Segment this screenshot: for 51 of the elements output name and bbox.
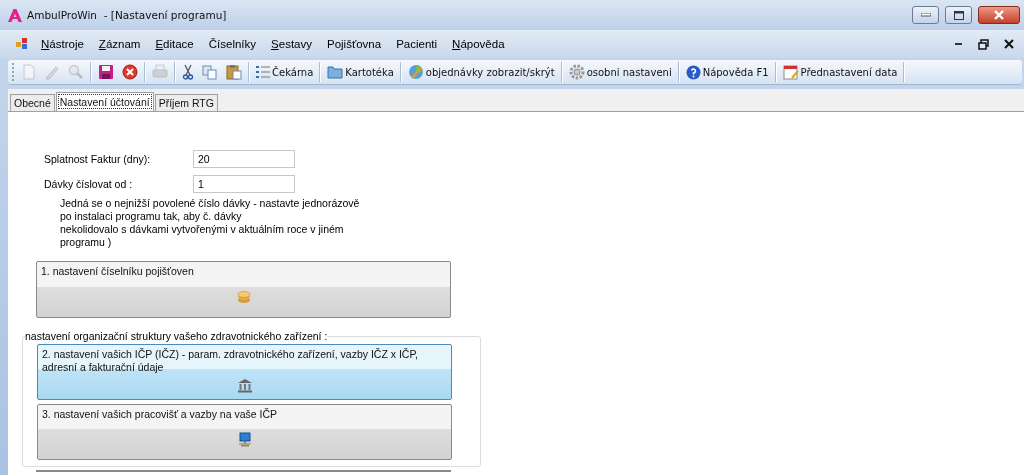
calendar-icon: [782, 64, 799, 80]
window-title: AmbulProWin - [Nastavení programu]: [27, 9, 227, 21]
toolbar-button[interactable]: Čekárna: [254, 65, 316, 79]
help-icon: [685, 64, 701, 80]
toolbar-button[interactable]: Nápověda F1: [683, 64, 771, 80]
app-menu-icon[interactable]: [16, 38, 30, 50]
tab[interactable]: Nastavení účtování: [55, 92, 154, 111]
group-legend: nastavení organizační struktury vašeho zdravotnického zařízení :: [25, 330, 328, 342]
toolbar-button[interactable]: objednávky zobrazit/skrýt: [405, 64, 557, 80]
minimize-icon: [920, 13, 931, 17]
note-text: Jedná se o nejnižší povolené číslo dávky - nastavte jednorázově po instalaci programu tak, aby č. dávky nekolidovalo s dávkami vytvořenými v aktuálním roce v jiném programu ): [60, 197, 361, 249]
minimize-button[interactable]: [912, 6, 939, 24]
input-field[interactable]: 20: [193, 150, 295, 168]
menu-item[interactable]: Editace: [155, 38, 194, 50]
toolbar-button[interactable]: Kartotéka: [325, 65, 396, 79]
close-icon: [993, 10, 1005, 20]
building-icon: [236, 378, 253, 393]
toolbar-button[interactable]: osobni nastaveni: [566, 64, 674, 80]
settings-button[interactable]: 3. nastavení vašich pracovišť a vazby na vaše IČP: [37, 404, 452, 460]
restore-icon[interactable]: [978, 38, 989, 50]
scissors-icon[interactable]: [182, 64, 194, 80]
maximize-button[interactable]: [945, 6, 972, 24]
input-field[interactable]: 1: [193, 175, 295, 193]
field-label: Dávky číslovat od :: [44, 178, 134, 190]
pencil-chart-icon: [407, 64, 424, 80]
minimize-icon[interactable]: [955, 42, 963, 46]
clipboard-icon[interactable]: [226, 64, 242, 80]
menu-item[interactable]: Sestavy: [271, 38, 312, 50]
menu-item[interactable]: Pacienti: [396, 38, 438, 50]
close-icon[interactable]: [1004, 39, 1014, 49]
field-label: Splatnost Faktur (dny):: [44, 153, 152, 165]
menu-item[interactable]: Nápověda: [452, 38, 505, 50]
menu-item[interactable]: Nástroje: [41, 38, 84, 50]
menu-item[interactable]: Číselníky: [208, 38, 257, 50]
tab[interactable]: Obecné: [10, 94, 55, 111]
computer-icon: [237, 431, 252, 447]
toolbar-button[interactable]: Přednastavení data: [780, 64, 900, 80]
list-icon: [256, 65, 270, 79]
folder-icon: [327, 65, 344, 79]
app-logo-icon: [8, 8, 22, 22]
maximize-icon: [953, 10, 964, 20]
cancel-icon[interactable]: [122, 64, 138, 80]
menu-item[interactable]: Záznam: [98, 38, 141, 50]
coins-icon: [236, 289, 251, 304]
settings-button[interactable]: 2. nastavení vašich IČP (IČZ) - param. zdravotnického zařízení, vazby IČZ x IČP, adresní a fakturační údaje: [37, 344, 452, 400]
settings-button[interactable]: 1. nastavení číselníku pojišťoven: [36, 261, 451, 318]
copy-icon[interactable]: [202, 64, 218, 80]
tab[interactable]: Příjem RTG: [154, 94, 218, 111]
settings-icon: [568, 64, 585, 80]
menu-item[interactable]: Pojišťovna: [327, 38, 382, 50]
close-button[interactable]: [978, 6, 1020, 24]
